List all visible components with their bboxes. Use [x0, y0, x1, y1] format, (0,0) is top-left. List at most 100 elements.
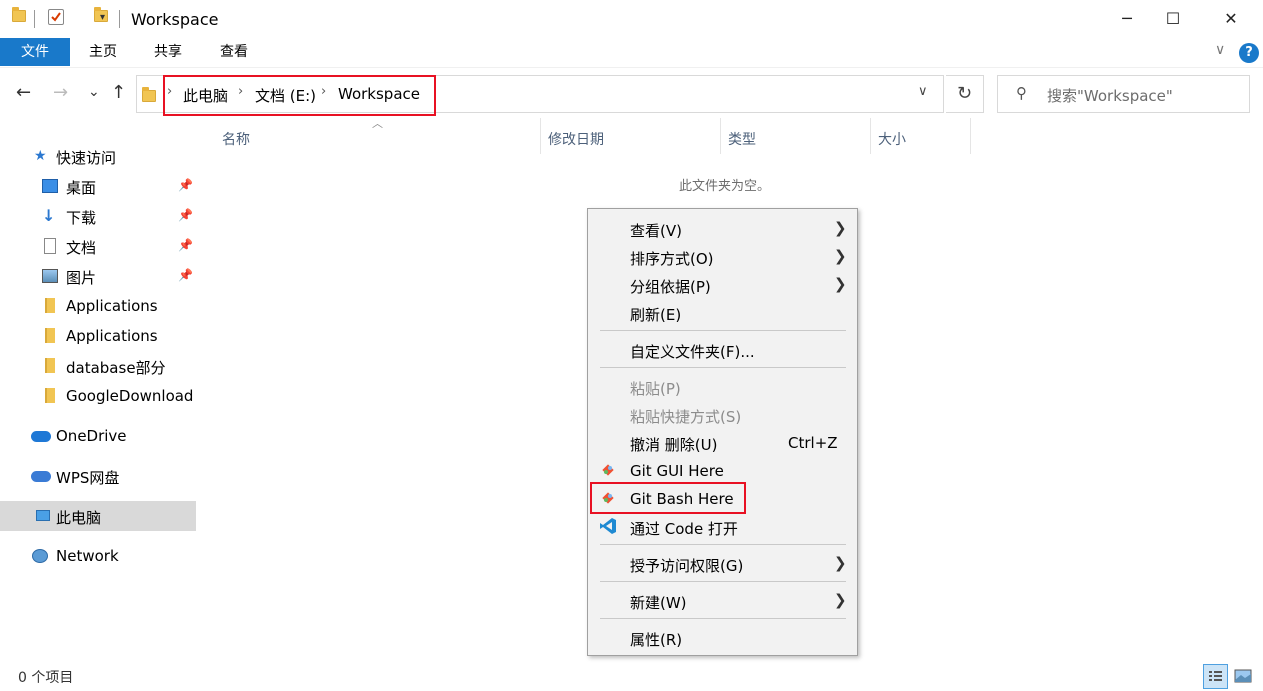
sidebar-item-pictures[interactable]: 图片 📌 — [0, 261, 196, 291]
git-bash-highlight-box — [590, 482, 746, 514]
navigation-pane: ★ 快速访问 桌面 📌 ↓ 下载 📌 文档 📌 图片 📌 Application… — [0, 140, 198, 565]
menu-item-label: 授予访问权限(G) — [630, 557, 744, 575]
up-button[interactable]: ↑ — [111, 82, 126, 103]
menu-item-label: 新建(W) — [630, 594, 687, 612]
title-bar: ▾ Workspace ─ ☐ ✕ — [0, 0, 1263, 38]
sidebar-item-downloads[interactable]: ↓ 下载 📌 — [0, 201, 196, 231]
pin-icon[interactable]: 📌 — [178, 268, 193, 282]
menu-item-label: 分组依据(P) — [630, 278, 711, 296]
sidebar-item-network[interactable]: Network — [0, 541, 196, 571]
column-divider[interactable] — [720, 118, 721, 154]
sidebar-item-this-pc[interactable]: 此电脑 — [0, 501, 196, 531]
column-divider[interactable] — [540, 118, 541, 154]
tab-home[interactable]: 主页 — [76, 38, 130, 66]
recent-locations-button[interactable]: ⌄ — [88, 84, 100, 100]
menu-item-give-access[interactable]: 授予访问权限(G) ❯ — [588, 550, 857, 578]
tab-view[interactable]: 查看 — [206, 38, 262, 66]
folder-icon — [45, 298, 55, 313]
column-header-size[interactable]: 大小 — [878, 129, 906, 149]
menu-item-view[interactable]: 查看(V) ❯ — [588, 215, 857, 243]
customize-toolbar-icon[interactable]: ▾ — [100, 12, 105, 23]
sidebar-item-label: Network — [56, 547, 119, 565]
download-icon: ↓ — [42, 206, 56, 225]
sidebar-item-label: 此电脑 — [56, 509, 102, 527]
forward-button[interactable]: → — [53, 82, 68, 103]
sidebar-item-applications[interactable]: Applications — [0, 321, 196, 351]
sidebar-item-googledownload[interactable]: GoogleDownload — [0, 381, 196, 411]
context-menu: 查看(V) ❯ 排序方式(O) ❯ 分组依据(P) ❯ 刷新(E) 自定义文件夹… — [587, 208, 858, 656]
desktop-icon — [42, 179, 58, 193]
column-divider[interactable] — [870, 118, 871, 154]
vscode-icon — [600, 518, 616, 534]
sidebar-item-applications[interactable]: Applications — [0, 291, 196, 321]
minimize-button[interactable]: ─ — [1104, 0, 1150, 38]
pin-icon[interactable]: 📌 — [178, 178, 193, 192]
help-icon[interactable]: ? — [1239, 43, 1259, 63]
menu-item-label: 粘贴快捷方式(S) — [630, 408, 742, 426]
menu-separator — [600, 618, 846, 619]
details-view-icon — [1209, 671, 1222, 681]
sidebar-item-label: 文档 — [66, 239, 97, 257]
details-view-button[interactable] — [1203, 664, 1228, 689]
menu-separator — [600, 330, 846, 331]
column-header-date[interactable]: 修改日期 — [548, 129, 604, 149]
sidebar-item-desktop[interactable]: 桌面 📌 — [0, 171, 196, 201]
menu-item-label: 自定义文件夹(F)... — [630, 343, 755, 361]
chevron-down-icon[interactable]: ∨ — [918, 84, 928, 99]
menu-item-refresh[interactable]: 刷新(E) — [588, 299, 857, 327]
menu-item-properties[interactable]: 属性(R) — [588, 624, 857, 652]
status-item-count: 0 个项目 — [18, 670, 74, 686]
search-placeholder: 搜索"Workspace" — [1047, 87, 1173, 105]
sidebar-item-onedrive[interactable]: OneDrive — [0, 421, 196, 451]
network-icon — [32, 549, 48, 563]
menu-item-paste-shortcut[interactable]: 粘贴快捷方式(S) — [588, 401, 857, 429]
menu-item-group[interactable]: 分组依据(P) ❯ — [588, 271, 857, 299]
refresh-icon: ↻ — [956, 83, 973, 104]
menu-item-label: 撤消 删除(U) — [630, 436, 718, 454]
sidebar-item-label: 图片 — [66, 269, 97, 287]
tab-share[interactable]: 共享 — [140, 38, 196, 66]
menu-item-label: 查看(V) — [630, 222, 682, 240]
expand-ribbon-icon[interactable]: ∨ — [1215, 42, 1225, 58]
maximize-button[interactable]: ☐ — [1150, 0, 1196, 38]
pin-icon[interactable]: 📌 — [178, 208, 193, 222]
close-button[interactable]: ✕ — [1208, 0, 1254, 38]
menu-item-paste[interactable]: 粘贴(P) — [588, 373, 857, 401]
refresh-button[interactable]: ↻ — [946, 75, 984, 113]
ribbon-tabs: 文件 主页 共享 查看 ∨ ? — [0, 38, 1263, 68]
chevron-right-icon: ❯ — [834, 219, 847, 237]
menu-item-sort[interactable]: 排序方式(O) ❯ — [588, 243, 857, 271]
column-divider[interactable] — [970, 118, 971, 154]
sidebar-item-wps[interactable]: WPS网盘 — [0, 461, 196, 491]
menu-item-undo-delete[interactable]: 撤消 删除(U) Ctrl+Z — [588, 429, 857, 457]
column-header-name[interactable]: 名称 — [222, 129, 250, 149]
sidebar-item-label: Applications — [66, 327, 158, 345]
folder-icon — [142, 87, 156, 102]
menu-item-git-gui[interactable]: Git GUI Here — [588, 457, 857, 485]
chevron-right-icon: ❯ — [834, 591, 847, 609]
menu-item-new[interactable]: 新建(W) ❯ — [588, 587, 857, 615]
sidebar-item-documents[interactable]: 文档 📌 — [0, 231, 196, 261]
column-header-type[interactable]: 类型 — [728, 129, 756, 149]
computer-icon — [36, 510, 50, 521]
star-icon: ★ — [34, 148, 47, 164]
pin-icon[interactable]: 📌 — [178, 238, 193, 252]
sidebar-item-quick-access[interactable]: ★ 快速访问 — [0, 141, 196, 171]
sidebar-item-database[interactable]: database部分 — [0, 351, 196, 381]
menu-separator — [600, 367, 846, 368]
sidebar-item-label: OneDrive — [56, 427, 127, 445]
menu-item-open-with-code[interactable]: 通过 Code 打开 — [588, 513, 857, 541]
tab-file[interactable]: 文件 — [0, 38, 70, 66]
back-button[interactable]: ← — [16, 82, 31, 103]
folder-icon — [12, 7, 26, 22]
sidebar-item-label: 快速访问 — [56, 149, 117, 167]
sidebar-item-label: GoogleDownload — [66, 387, 194, 405]
sidebar-item-label: 桌面 — [66, 179, 97, 197]
pictures-icon — [42, 269, 58, 283]
menu-item-shortcut: Ctrl+Z — [788, 434, 838, 452]
empty-folder-message: 此文件夹为空。 — [679, 179, 771, 194]
menu-item-customize-folder[interactable]: 自定义文件夹(F)... — [588, 336, 857, 364]
properties-icon[interactable] — [48, 9, 64, 25]
divider — [119, 10, 120, 28]
large-icons-view-button[interactable] — [1233, 666, 1253, 686]
